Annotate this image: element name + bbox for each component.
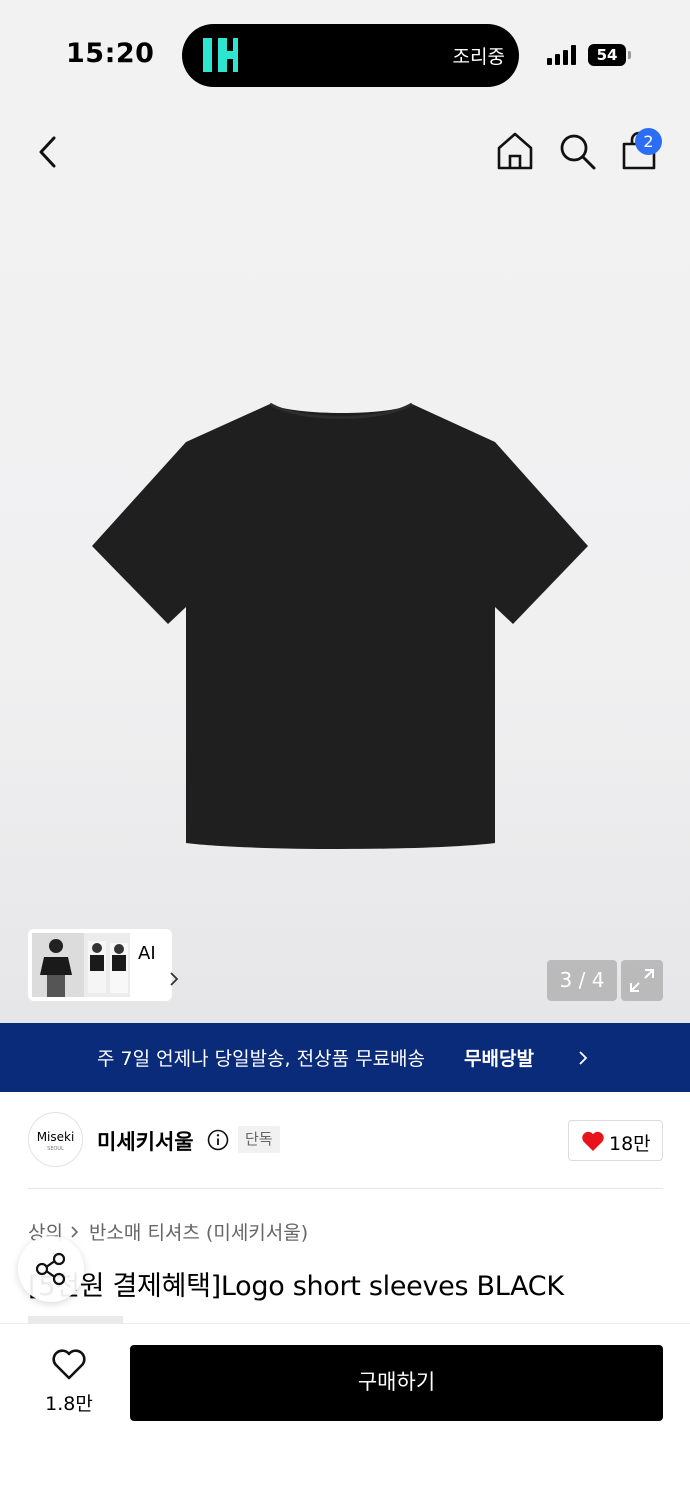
banner-service-name: 무배당발 (464, 1048, 534, 1070)
chevron-right-icon (579, 1051, 588, 1065)
heart-icon (582, 1131, 604, 1151)
expand-icon (630, 969, 654, 992)
heart-icon (52, 1349, 86, 1380)
brand-logo-text: Miseki (36, 1130, 75, 1144)
chevron-right-icon (71, 1226, 79, 1238)
shipping-banner[interactable]: 주 7일 언제나 당일발송, 전상품 무료배송 무배당발 (0, 1023, 690, 1092)
info-icon[interactable] (207, 1129, 229, 1151)
island-activity-text: 조리중 (452, 46, 505, 68)
banner-text: 주 7일 언제나 당일발송, 전상품 무료배송 (97, 1048, 426, 1070)
ai-fitting-thumbnail[interactable]: AI (28, 929, 179, 1001)
app-logo-icon (203, 38, 238, 72)
share-icon (35, 1252, 66, 1286)
product-image[interactable] (90, 400, 590, 855)
product-title: [5천원 결제혜택]Logo short sleeves BLACK (28, 1271, 564, 1302)
chevron-right-icon (170, 972, 179, 986)
signal-icon (547, 45, 579, 65)
back-icon[interactable] (30, 130, 70, 174)
breadcrumb: 상의 반소매 티셔츠 (미세키서울) (28, 1218, 308, 1245)
image-page-indicator: 3 / 4 (547, 960, 617, 1001)
status-bar: 15:20 조리중 54 (0, 0, 690, 110)
buy-button[interactable]: 구매하기 (130, 1345, 663, 1421)
breadcrumb-subcategory[interactable]: 반소매 티셔츠 (미세키서울) (89, 1222, 308, 1244)
brand-like-button[interactable]: 18만 (568, 1120, 663, 1161)
divider (28, 1188, 663, 1189)
battery-icon: 54 (588, 44, 626, 66)
model-thumbnail-image (32, 933, 130, 997)
cart-count-badge: 2 (635, 128, 662, 155)
battery-tip (628, 51, 631, 59)
brand-logo[interactable]: Miseki SEOUL (28, 1112, 83, 1167)
share-button[interactable] (18, 1236, 84, 1302)
wishlist-count: 1.8만 (45, 1393, 93, 1415)
search-icon[interactable] (556, 130, 598, 172)
home-icon[interactable] (494, 130, 536, 172)
expand-button[interactable] (621, 960, 663, 1001)
wishlist-button[interactable]: 1.8만 (36, 1345, 102, 1421)
brand-like-count: 18만 (609, 1133, 651, 1155)
exclusive-badge: 단독 (238, 1126, 280, 1153)
brand-name[interactable]: 미세키서울 (97, 1126, 194, 1156)
dynamic-island[interactable]: 조리중 (182, 24, 519, 87)
ai-label: AI (138, 943, 156, 964)
brand-logo-subtext: SEOUL (47, 1146, 64, 1152)
status-time: 15:20 (66, 38, 155, 69)
